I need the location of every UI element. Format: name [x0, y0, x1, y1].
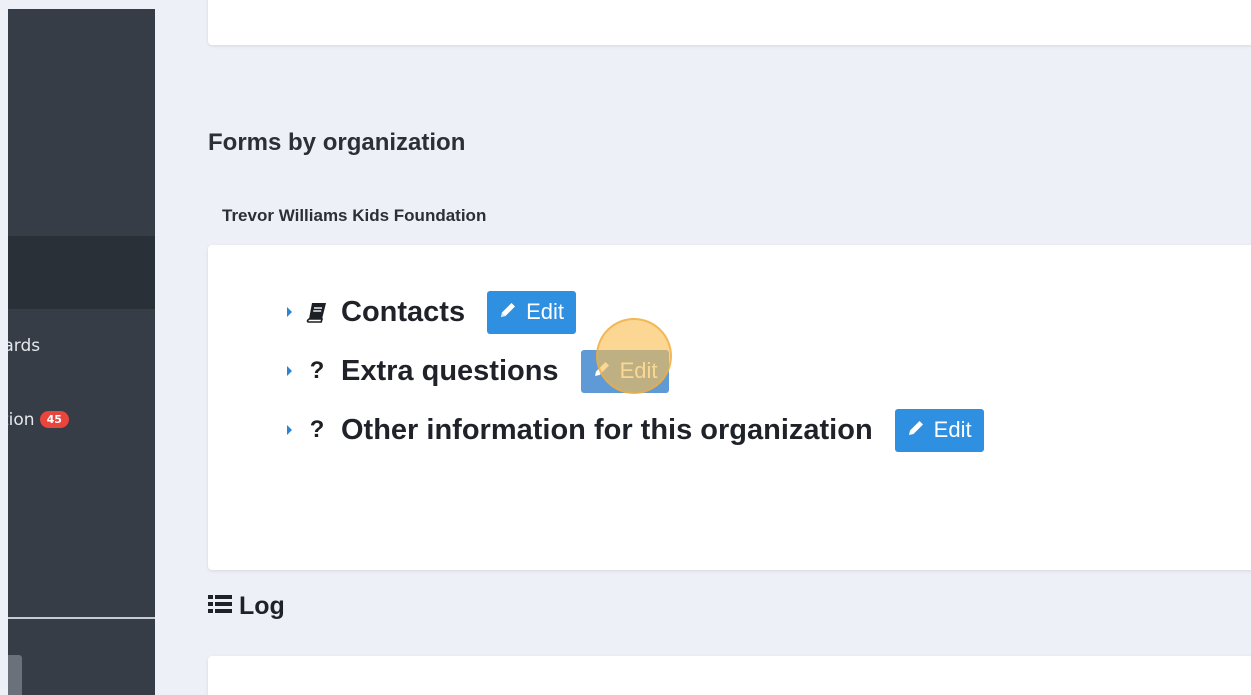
log-title-label: Log	[239, 592, 285, 620]
question-icon: ?	[309, 416, 325, 443]
book-icon	[305, 301, 329, 323]
form-row-contacts: Contacts Edit	[287, 290, 576, 334]
form-label[interactable]: Contacts	[341, 296, 465, 329]
form-row-extra-questions: ? Extra questions Edit	[287, 349, 670, 393]
edit-button[interactable]: Edit	[894, 408, 984, 452]
pencil-icon	[593, 358, 611, 384]
sidebar-item-notifications[interactable]: tion45	[8, 410, 69, 430]
question-icon: ?	[309, 357, 325, 384]
pencil-icon	[499, 299, 517, 325]
expand-caret-icon[interactable]	[287, 366, 292, 376]
expand-caret-icon[interactable]	[287, 307, 292, 317]
expand-caret-icon[interactable]	[287, 425, 292, 435]
section-title: Forms by organization	[208, 129, 466, 156]
sidebar-item-label: cards	[8, 336, 41, 356]
log-title: Log	[208, 592, 285, 621]
sidebar-divider	[8, 617, 155, 619]
sidebar-item-label: tion	[8, 410, 35, 430]
edit-button[interactable]: Edit	[487, 290, 576, 334]
sidebar-bottom-button[interactable]	[8, 655, 22, 695]
edit-button-label: Edit	[933, 417, 972, 442]
sidebar-active-item[interactable]	[8, 236, 155, 309]
top-card	[208, 0, 1251, 45]
edit-button[interactable]: Edit	[580, 349, 670, 393]
organization-name: Trevor Williams Kids Foundation	[222, 206, 487, 225]
form-label[interactable]: Other information for this organization	[341, 414, 873, 447]
pencil-icon	[907, 417, 925, 443]
form-label[interactable]: Extra questions	[341, 355, 559, 388]
edit-button-label: Edit	[526, 299, 564, 324]
sidebar-item-cards[interactable]: cards	[8, 336, 40, 356]
list-icon	[208, 592, 232, 621]
log-card	[208, 656, 1251, 695]
edit-button-label: Edit	[619, 358, 658, 383]
count-badge: 45	[39, 411, 69, 428]
sidebar: cards tion45	[8, 9, 155, 695]
form-row-other-information: ? Other information for this organizatio…	[287, 408, 984, 452]
